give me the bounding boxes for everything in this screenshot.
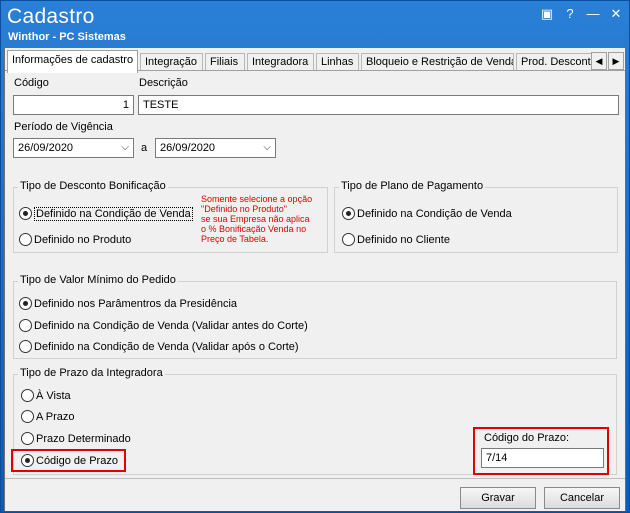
close-icon[interactable]: ✕ [608, 7, 624, 21]
radio-label: Definido no Cliente [357, 234, 450, 246]
valor-minimo-label: Tipo de Valor Mínimo do Pedido [18, 274, 178, 286]
radio-selected-icon [342, 207, 355, 220]
radio-plano-cliente[interactable]: Definido no Cliente [342, 233, 450, 249]
radio-unselected-icon [21, 389, 34, 402]
codigo-label: Código [14, 77, 49, 89]
data-inicio-value: 26/09/2020 [18, 142, 74, 154]
chevron-down-icon[interactable]: ⌵ [263, 139, 271, 157]
radio-label: Definido na Condição de Venda (Validar a… [34, 320, 308, 332]
plano-pagamento-label: Tipo de Plano de Pagamento [339, 180, 486, 192]
periodo-separator: a [141, 142, 148, 154]
data-fim-value: 26/09/2020 [160, 142, 216, 154]
radio-valor-apos-corte[interactable]: Definido na Condição de Venda (Validar a… [19, 340, 299, 356]
cancelar-button[interactable]: Cancelar [544, 487, 620, 509]
note-line: se sua Empresa não aplica [201, 214, 310, 224]
radio-unselected-icon [21, 432, 34, 445]
window-subtitle: Winthor - PC Sistemas [8, 31, 126, 43]
tab-scroll-left-icon[interactable]: ◀ [591, 52, 607, 70]
note-line: Preço de Tabela. [201, 234, 269, 244]
plano-pagamento-group: Tipo de Plano de Pagamento Definido na C… [334, 180, 618, 253]
radio-valor-antes-corte[interactable]: Definido na Condição de Venda (Validar a… [19, 319, 308, 335]
tab-informacoes-cadastro[interactable]: Informações de cadastro [7, 50, 138, 73]
radio-label: Definido nos Parâmentros da Presidência [34, 298, 238, 310]
note-line: Somente selecione a opção [201, 194, 313, 204]
codigo-prazo-highlight [11, 449, 126, 472]
desconto-bonificacao-group: Tipo de Desconto Bonificação Definido na… [13, 180, 328, 253]
radio-unselected-icon [19, 233, 32, 246]
radio-valor-parametros[interactable]: Definido nos Parâmentros da Presidência [19, 297, 237, 313]
radio-prazo-determinado[interactable]: Prazo Determinado [21, 432, 131, 448]
radio-prazo-a-vista[interactable]: À Vista [21, 389, 71, 405]
button-bar: Gravar Cancelar [5, 478, 625, 511]
codigo-prazo-input[interactable]: 7/14 [481, 448, 604, 468]
restore-icon[interactable]: ▣ [539, 7, 555, 21]
prazo-integradora-label: Tipo de Prazo da Integradora [18, 367, 165, 379]
window-title: Cadastro [7, 5, 95, 28]
radio-unselected-icon [19, 340, 32, 353]
desconto-bonificacao-label: Tipo de Desconto Bonificação [18, 180, 168, 192]
tab-page-informacoes: Código 1 Descrição TESTE Período de Vigê… [5, 70, 625, 478]
valor-minimo-group: Tipo de Valor Mínimo do Pedido Definido … [13, 274, 617, 359]
radio-desconto-condicao-venda[interactable]: Definido na Condição de Venda [19, 207, 193, 223]
radio-label: Prazo Determinado [36, 433, 131, 445]
radio-selected-icon [19, 297, 32, 310]
codigo-input[interactable]: 1 [13, 95, 134, 115]
radio-unselected-icon [21, 410, 34, 423]
radio-label: A Prazo [36, 411, 75, 423]
help-icon[interactable]: ? [562, 7, 578, 21]
radio-prazo-a-prazo[interactable]: A Prazo [21, 410, 75, 426]
descricao-label: Descrição [139, 77, 188, 89]
desconto-warning-note: Somente selecione a opção "Definido no P… [201, 194, 312, 244]
descricao-input[interactable]: TESTE [138, 95, 619, 115]
radio-desconto-produto[interactable]: Definido no Produto [19, 233, 131, 249]
cadastro-window: Cadastro Winthor - PC Sistemas ▣ ? — ✕ I… [0, 0, 630, 513]
radio-selected-icon [19, 207, 32, 220]
title-bar[interactable]: Cadastro Winthor - PC Sistemas ▣ ? — ✕ [1, 1, 629, 47]
radio-label: Definido no Produto [34, 234, 132, 246]
radio-unselected-icon [19, 319, 32, 332]
periodo-vigencia-label: Período de Vigência [14, 121, 113, 133]
radio-label: Definido na Condição de Venda [357, 208, 512, 220]
radio-label: À Vista [36, 390, 71, 402]
data-fim-picker[interactable]: 26/09/2020 ⌵ [155, 138, 276, 158]
chevron-down-icon[interactable]: ⌵ [121, 139, 129, 157]
data-inicio-picker[interactable]: 26/09/2020 ⌵ [13, 138, 134, 158]
radio-label: Definido na Condição de Venda [34, 207, 193, 221]
client-area: Informações de cadastro Integração Filia… [4, 47, 626, 511]
radio-label: Definido na Condição de Venda (Validar a… [34, 341, 299, 353]
radio-plano-condicao-venda[interactable]: Definido na Condição de Venda [342, 207, 512, 223]
tab-scroll-right-icon[interactable]: ▶ [608, 52, 624, 70]
tab-strip: Informações de cadastro Integração Filia… [5, 50, 625, 73]
note-line: "Definido no Produto" [201, 204, 287, 214]
minimize-icon[interactable]: — [585, 7, 601, 21]
gravar-button[interactable]: Gravar [460, 487, 536, 509]
note-line: o % Bonificação Venda no [201, 224, 307, 234]
codigo-prazo-label: Código do Prazo: [484, 432, 569, 444]
radio-unselected-icon [342, 233, 355, 246]
